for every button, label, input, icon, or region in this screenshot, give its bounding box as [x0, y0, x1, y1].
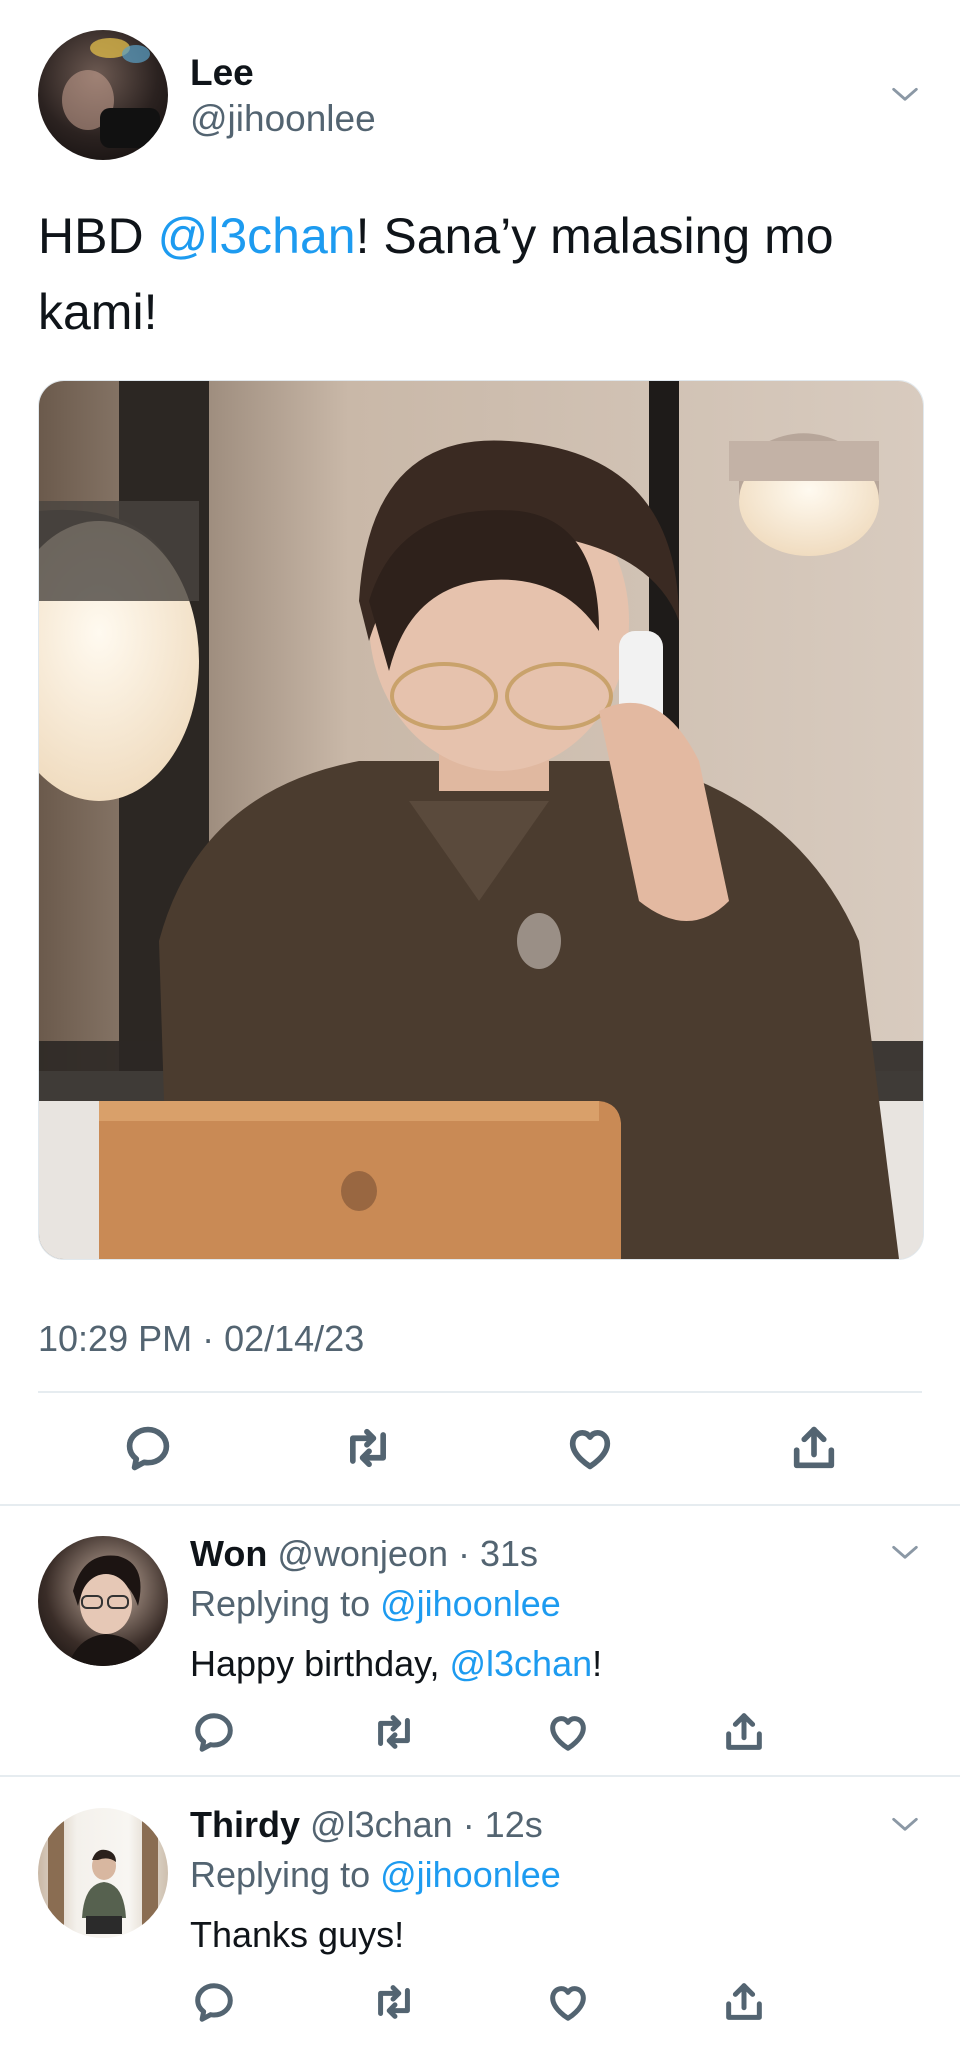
- like-button[interactable]: [562, 1420, 618, 1476]
- share-button[interactable]: [786, 1420, 842, 1476]
- reply-time: · 31s: [458, 1533, 539, 1574]
- reply-text: Happy birthday, @l3chan!: [190, 1642, 602, 1686]
- reply-text-prefix: Happy birthday,: [190, 1643, 450, 1684]
- reply-header: Won @wonjeon · 31s: [190, 1532, 538, 1576]
- share-button[interactable]: [716, 1974, 772, 2030]
- like-button[interactable]: [540, 1704, 596, 1760]
- timestamp-divider: [38, 1391, 922, 1393]
- reply-text-suffix: !: [592, 1643, 603, 1684]
- section-divider: [0, 1504, 960, 1506]
- section-divider: [0, 1775, 960, 1777]
- reply-button[interactable]: [186, 1704, 242, 1760]
- chevron-down-icon[interactable]: [888, 1808, 922, 1842]
- avatar-photo: [48, 1808, 158, 1938]
- tweet-text-suffix: ! Sana’y malasing mo: [355, 208, 834, 264]
- reply-icon: [122, 1422, 174, 1474]
- share-icon: [721, 1709, 767, 1755]
- like-icon: [564, 1422, 616, 1474]
- author-avatar[interactable]: [38, 30, 168, 160]
- reply-button[interactable]: [186, 1974, 242, 2030]
- retweet-button[interactable]: [340, 1420, 396, 1476]
- tweet-text-prefix: HBD: [38, 208, 158, 264]
- tweet-text-line2: kami!: [38, 284, 158, 340]
- share-button[interactable]: [716, 1704, 772, 1760]
- mention-link[interactable]: @l3chan: [157, 208, 355, 264]
- retweet-icon: [371, 1979, 417, 2025]
- reply-text: Thanks guys!: [190, 1914, 405, 1955]
- retweet-icon: [371, 1709, 417, 1755]
- tweet-photo[interactable]: [38, 380, 924, 1260]
- like-icon: [545, 1709, 591, 1755]
- reply-time: · 12s: [462, 1804, 543, 1845]
- reply-name[interactable]: Won: [190, 1533, 267, 1574]
- photo-person-on-phone: [39, 381, 923, 1259]
- share-icon: [721, 1979, 767, 2025]
- replying-to-link[interactable]: @jihoonlee: [380, 1854, 561, 1895]
- reply-handle[interactable]: @wonjeon: [277, 1533, 448, 1574]
- reply-icon: [191, 1979, 237, 2025]
- reply-avatar[interactable]: [38, 1808, 168, 1938]
- replying-to: Replying to @jihoonlee: [190, 1853, 561, 1897]
- reply-name[interactable]: Thirdy: [190, 1804, 300, 1845]
- retweet-button[interactable]: [366, 1974, 422, 2030]
- avatar-photo: [68, 1555, 148, 1666]
- reply-avatar[interactable]: [38, 1536, 168, 1666]
- replying-label: Replying to: [190, 1854, 381, 1895]
- like-button[interactable]: [540, 1974, 596, 2030]
- retweet-button[interactable]: [366, 1704, 422, 1760]
- share-icon: [788, 1422, 840, 1474]
- author-name[interactable]: Lee: [190, 50, 254, 96]
- chevron-down-icon[interactable]: [888, 1536, 922, 1570]
- replying-to-link[interactable]: @jihoonlee: [380, 1583, 561, 1624]
- chevron-down-icon[interactable]: [888, 78, 922, 112]
- reply-handle[interactable]: @l3chan: [310, 1804, 453, 1845]
- author-handle[interactable]: @jihoonlee: [190, 96, 376, 142]
- avatar-photo: [62, 38, 160, 148]
- reply-button[interactable]: [120, 1420, 176, 1476]
- reply-header: Thirdy @l3chan · 12s: [190, 1803, 543, 1847]
- reply-icon: [191, 1709, 237, 1755]
- replying-label: Replying to: [190, 1583, 381, 1624]
- retweet-icon: [342, 1422, 394, 1474]
- mention-link[interactable]: @l3chan: [449, 1643, 592, 1684]
- tweet-timestamp[interactable]: 10:29 PM · 02/14/23: [38, 1316, 364, 1362]
- replying-to: Replying to @jihoonlee: [190, 1582, 561, 1626]
- tweet-text: HBD @l3chan! Sana’y malasing mo kami!: [38, 198, 918, 350]
- like-icon: [545, 1979, 591, 2025]
